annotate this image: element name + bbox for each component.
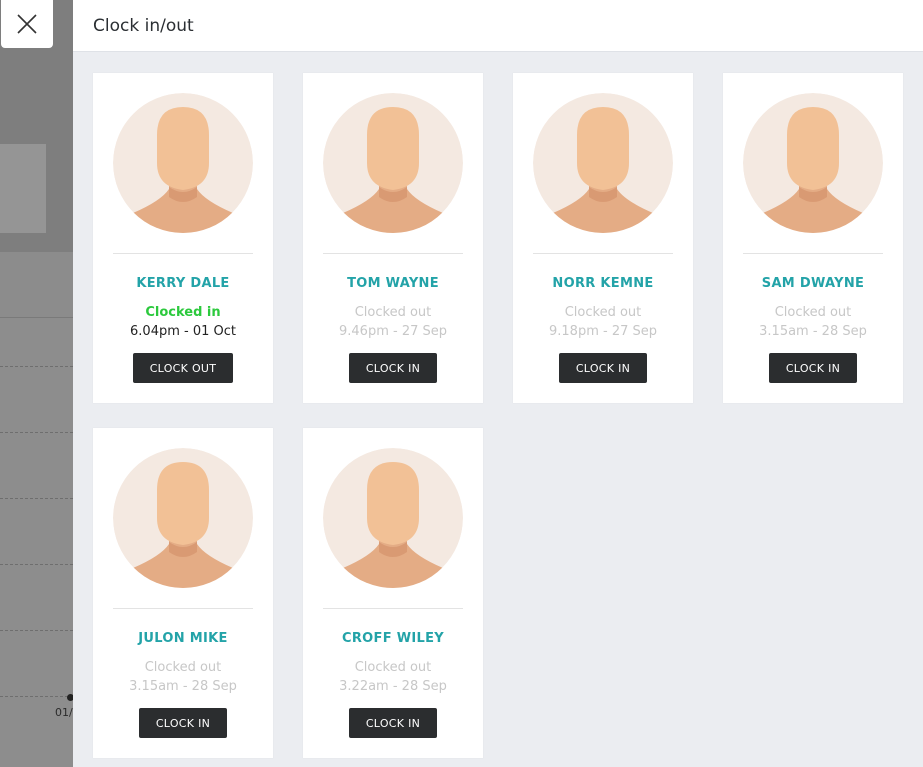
background-chart-tile [0,144,46,340]
employee-card: JULON MIKE Clocked out 3.15am - 28 Sep C… [93,428,273,758]
clock-in-button[interactable]: CLOCK IN [559,353,647,383]
avatar [323,448,463,588]
close-button[interactable] [1,0,53,48]
gridline [0,564,73,565]
background-band [0,252,73,318]
gridline [0,366,73,367]
background-app: 01/ [0,0,73,767]
avatar [323,93,463,233]
avatar [113,93,253,233]
user-avatar-icon [743,93,883,233]
user-avatar-icon [113,93,253,233]
card-divider [113,608,253,609]
employee-name: SAM DWAYNE [761,276,865,291]
clock-in-button[interactable]: CLOCK IN [139,708,227,738]
employee-name: KERRY DALE [136,276,230,291]
clock-in-button[interactable]: CLOCK IN [769,353,857,383]
employee-status: Clocked out [354,305,432,320]
avatar [113,448,253,588]
card-divider [323,608,463,609]
employee-status: Clocked out [564,305,642,320]
panel-header: Clock in/out [73,0,923,52]
background-chart [0,318,73,767]
user-avatar-icon [323,448,463,588]
employee-name: CROFF WILEY [342,631,444,646]
gridline [0,696,73,697]
card-divider [323,253,463,254]
user-avatar-icon [533,93,673,233]
employee-status: Clocked out [354,660,432,675]
user-avatar-icon [323,93,463,233]
employee-time: 3.22am - 28 Sep [339,679,447,694]
clock-in-button[interactable]: CLOCK IN [349,708,437,738]
gridline [0,432,73,433]
employee-card: KERRY DALE Clocked in 6.04pm - 01 Oct CL… [93,73,273,403]
panel-title: Clock in/out [93,15,194,36]
axis-date-label: 01/ [55,706,73,719]
user-avatar-icon [113,448,253,588]
employee-time: 6.04pm - 01 Oct [130,324,236,339]
employee-status: Clocked in [145,305,221,320]
gridline [0,498,73,499]
avatar [533,93,673,233]
gridline [0,630,73,631]
card-divider [533,253,673,254]
employee-time: 9.18pm - 27 Sep [549,324,657,339]
employee-name: NORR KEMNE [552,276,654,291]
employee-card: TOM WAYNE Clocked out 9.46pm - 27 Sep CL… [303,73,483,403]
close-icon [17,14,37,34]
employee-status: Clocked out [144,660,222,675]
avatar [743,93,883,233]
clock-out-button[interactable]: CLOCK OUT [133,353,233,383]
clock-panel: Clock in/out KERRY DALE Clocked in 6.04p… [73,0,923,767]
employee-card: SAM DWAYNE Clocked out 3.15am - 28 Sep C… [723,73,903,403]
employee-name: TOM WAYNE [347,276,439,291]
card-divider [113,253,253,254]
employee-card: CROFF WILEY Clocked out 3.22am - 28 Sep … [303,428,483,758]
employee-status: Clocked out [774,305,852,320]
employee-time: 3.15am - 28 Sep [759,324,867,339]
employee-card: NORR KEMNE Clocked out 9.18pm - 27 Sep C… [513,73,693,403]
card-divider [743,253,883,254]
employee-name: JULON MIKE [138,631,228,646]
employee-time: 9.46pm - 27 Sep [339,324,447,339]
employee-time: 3.15am - 28 Sep [129,679,237,694]
clock-in-button[interactable]: CLOCK IN [349,353,437,383]
